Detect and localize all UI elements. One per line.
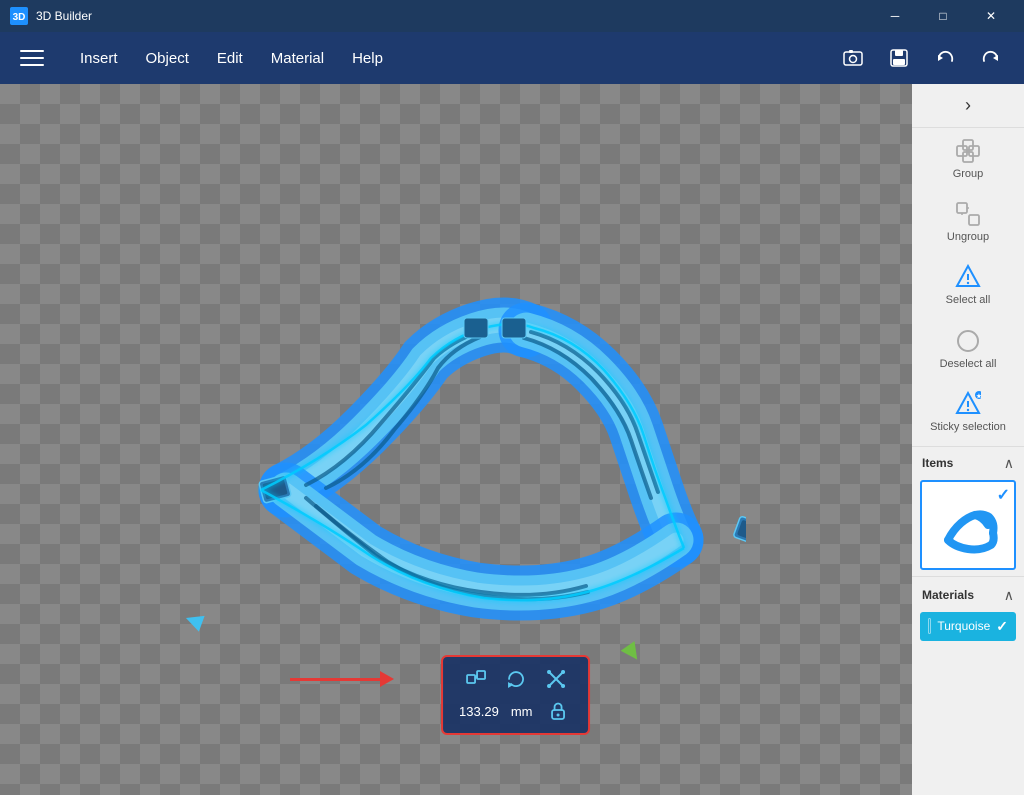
resize-icon bbox=[464, 667, 488, 691]
toolbar-bottom-row: 133.29 mm bbox=[459, 697, 572, 725]
ungroup-icon bbox=[955, 201, 981, 227]
menu-insert[interactable]: Insert bbox=[66, 42, 132, 75]
deselect-all-icon bbox=[955, 328, 981, 354]
sticky-selection-label: Sticky selection bbox=[930, 421, 1006, 434]
transform-icon bbox=[544, 667, 568, 691]
menu-material[interactable]: Material bbox=[257, 42, 338, 75]
select-all-icon bbox=[955, 264, 981, 290]
title-bar-title: 3D Builder bbox=[36, 9, 92, 23]
group-label: Group bbox=[953, 168, 984, 181]
bottom-toolbar: 133.29 mm bbox=[441, 655, 590, 735]
group-icon bbox=[955, 138, 981, 164]
resize-icon-button[interactable] bbox=[462, 665, 490, 693]
material-check-icon: ✓ bbox=[996, 618, 1008, 635]
track-model-svg bbox=[166, 230, 746, 650]
arrow-line bbox=[290, 678, 380, 681]
collapse-arrow-icon: › bbox=[965, 95, 971, 116]
sidebar-item-select-all[interactable]: Select all bbox=[912, 254, 1024, 317]
screenshot-button[interactable] bbox=[834, 39, 872, 77]
redo-button[interactable] bbox=[972, 39, 1010, 77]
divider-2 bbox=[912, 576, 1024, 577]
title-bar-controls: ─ □ ✕ bbox=[872, 0, 1014, 32]
close-button[interactable]: ✕ bbox=[968, 0, 1014, 32]
divider-1 bbox=[912, 446, 1024, 447]
app-icon: 3D bbox=[10, 7, 28, 25]
menu-bar: Insert Object Edit Material Help bbox=[0, 32, 1024, 84]
materials-label: Materials bbox=[922, 588, 974, 602]
select-all-label: Select all bbox=[946, 294, 991, 307]
menu-object[interactable]: Object bbox=[132, 42, 203, 75]
menu-edit[interactable]: Edit bbox=[203, 42, 257, 75]
undo-icon bbox=[934, 47, 956, 69]
undo-button[interactable] bbox=[926, 39, 964, 77]
toolbar-unit: mm bbox=[511, 704, 533, 719]
menu-bar-right bbox=[834, 39, 1010, 77]
ungroup-label: Ungroup bbox=[947, 231, 989, 244]
sidebar-item-sticky-selection[interactable]: ★ Sticky selection bbox=[912, 381, 1024, 444]
deselect-all-label: Deselect all bbox=[940, 358, 997, 371]
svg-text:★: ★ bbox=[976, 393, 981, 400]
save-icon bbox=[888, 47, 910, 69]
minimize-button[interactable]: ─ bbox=[872, 0, 918, 32]
rotate-icon bbox=[504, 667, 528, 691]
material-color-swatch bbox=[928, 618, 931, 634]
materials-collapse-icon[interactable]: ∧ bbox=[1004, 587, 1014, 604]
material-item-turquoise[interactable]: Turquoise ✓ bbox=[920, 612, 1016, 641]
maximize-button[interactable]: □ bbox=[920, 0, 966, 32]
lock-icon-button[interactable] bbox=[544, 697, 572, 725]
toolbar-top-row bbox=[462, 665, 570, 693]
items-collapse-icon[interactable]: ∧ bbox=[1004, 455, 1014, 472]
arrow-indicator bbox=[290, 671, 394, 687]
hamburger-menu[interactable] bbox=[14, 40, 50, 76]
items-label: Items bbox=[922, 456, 953, 470]
item-check-icon: ✓ bbox=[997, 485, 1010, 505]
rotate-icon-button[interactable] bbox=[502, 665, 530, 693]
sidebar-item-deselect-all[interactable]: Deselect all bbox=[912, 318, 1024, 381]
items-section-header: Items ∧ bbox=[912, 449, 1024, 476]
redo-icon bbox=[980, 47, 1002, 69]
menu-help[interactable]: Help bbox=[338, 42, 397, 75]
sidebar-collapse-button[interactable]: › bbox=[912, 84, 1024, 128]
item-preview-svg bbox=[933, 495, 1003, 555]
viewport[interactable]: ▶ ▶ bbox=[0, 84, 912, 795]
item-thumbnail[interactable]: ✓ bbox=[920, 480, 1016, 570]
materials-section-header: Materials ∧ bbox=[912, 579, 1024, 608]
sidebar-item-group[interactable]: Group bbox=[912, 128, 1024, 191]
title-bar-left: 3D 3D Builder bbox=[10, 7, 92, 25]
main-layout: ▶ ▶ bbox=[0, 84, 1024, 795]
arrow-head bbox=[380, 671, 394, 687]
title-bar: 3D 3D Builder ─ □ ✕ bbox=[0, 0, 1024, 32]
sidebar-item-ungroup[interactable]: Ungroup bbox=[912, 191, 1024, 254]
lock-icon bbox=[548, 701, 568, 721]
sticky-selection-icon: ★ bbox=[955, 391, 981, 417]
material-name: Turquoise bbox=[937, 619, 990, 633]
right-sidebar: › Group Ungroup bbox=[912, 84, 1024, 795]
save-button[interactable] bbox=[880, 39, 918, 77]
toolbar-value: 133.29 bbox=[459, 704, 499, 719]
svg-text:3D: 3D bbox=[13, 12, 26, 23]
screenshot-icon bbox=[842, 47, 864, 69]
transform-icon-button[interactable] bbox=[542, 665, 570, 693]
